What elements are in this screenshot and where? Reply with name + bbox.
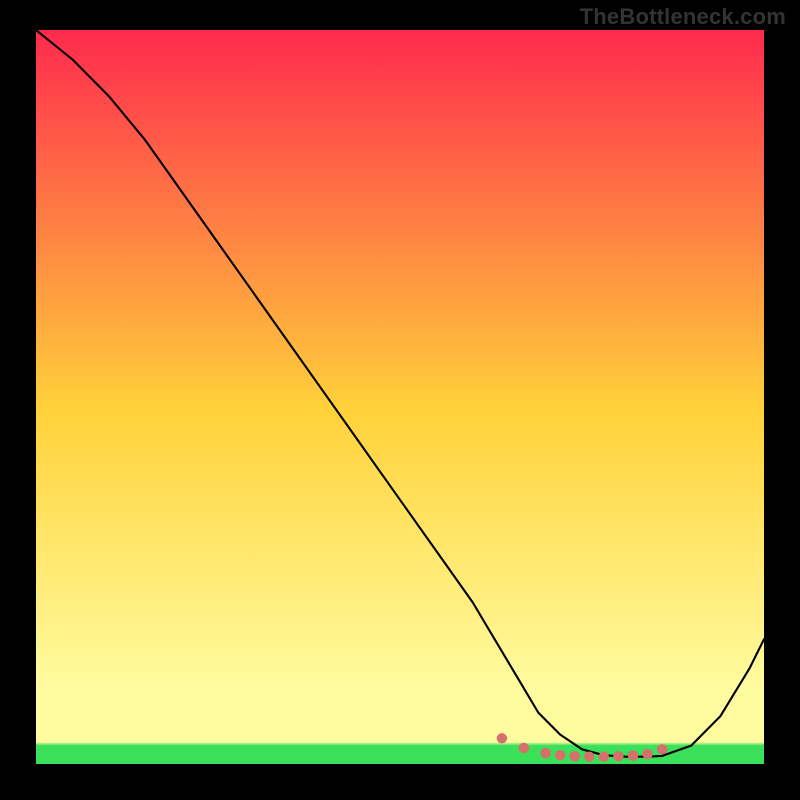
chart-frame: TheBottleneck.com	[0, 0, 800, 800]
data-dot	[497, 733, 507, 743]
data-dot	[657, 744, 667, 754]
data-dot	[642, 749, 652, 759]
watermark-text: TheBottleneck.com	[580, 4, 786, 30]
plot-area	[36, 30, 764, 764]
data-dot	[613, 751, 623, 761]
data-dot	[555, 750, 565, 760]
data-dot	[540, 748, 550, 758]
data-dot	[584, 752, 594, 762]
data-dot	[628, 750, 638, 760]
data-dot	[570, 751, 580, 761]
data-dot	[599, 752, 609, 762]
chart-svg	[36, 30, 764, 764]
data-dot	[519, 743, 529, 753]
